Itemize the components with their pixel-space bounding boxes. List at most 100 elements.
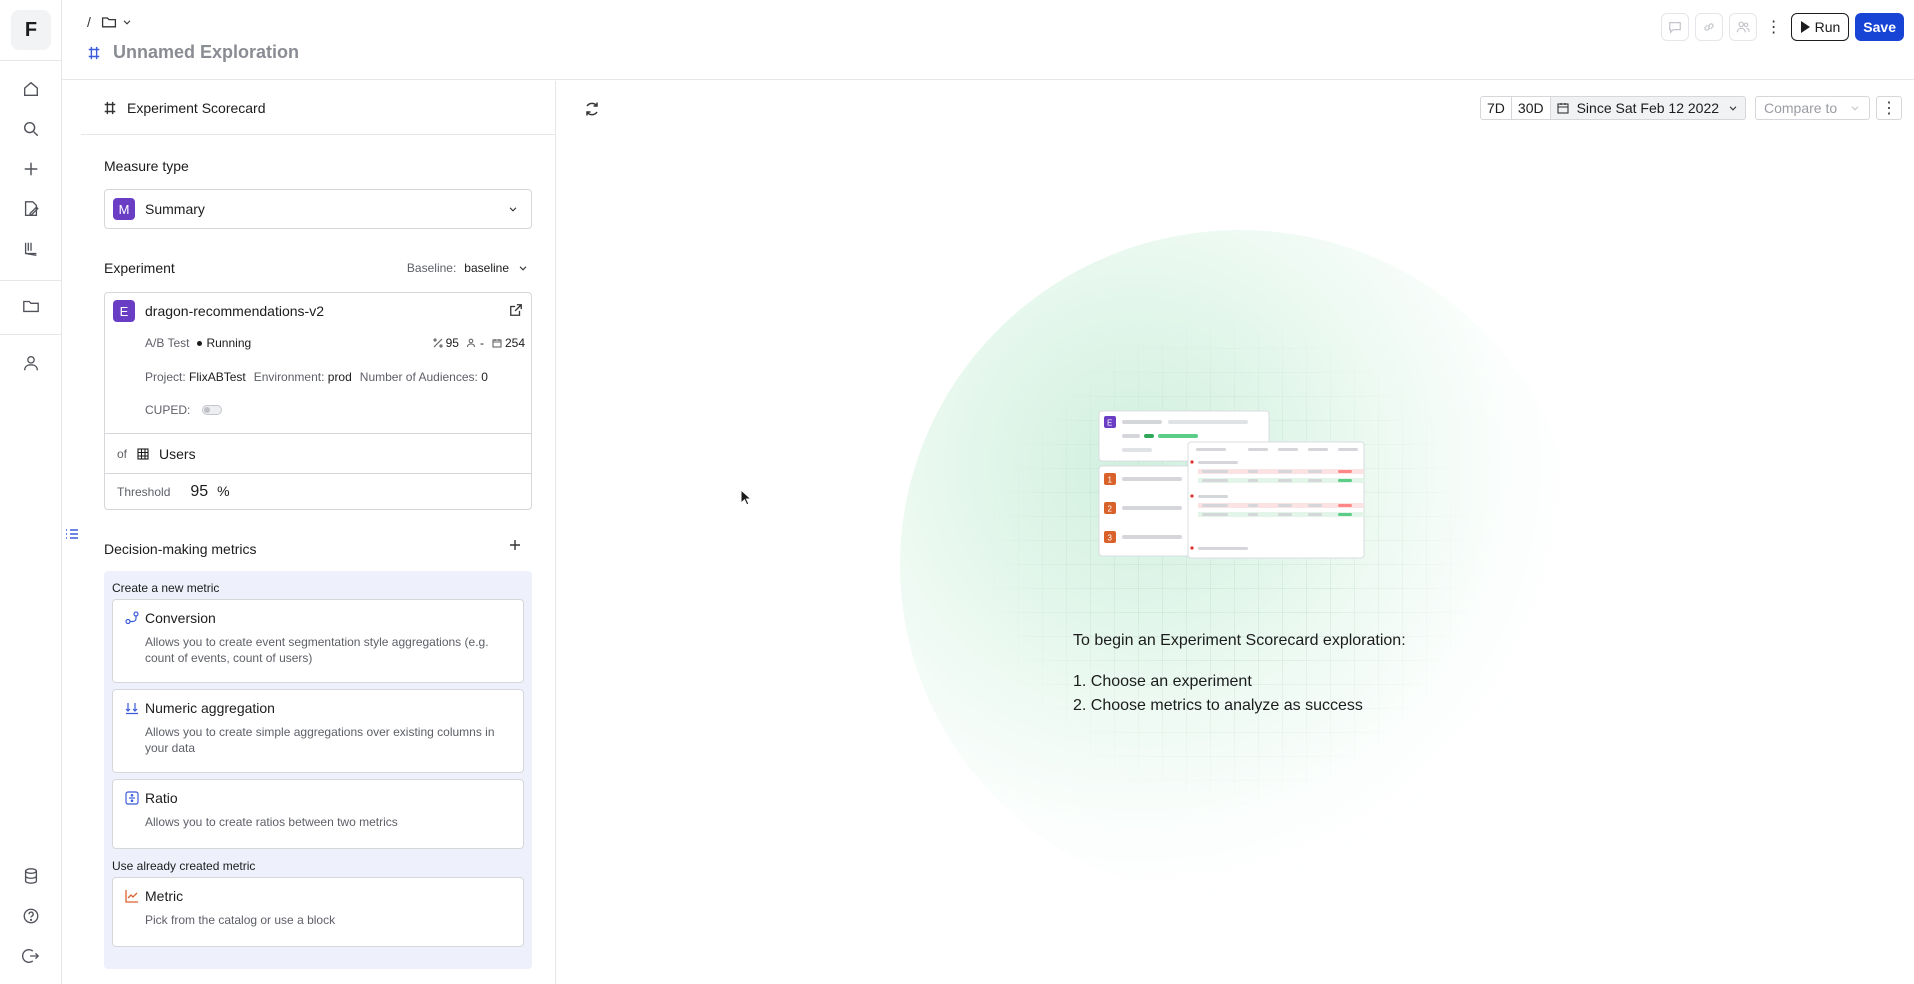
experiment-badge: E: [113, 300, 135, 322]
users-stat: -: [466, 336, 484, 350]
card-title-row: Ratio: [125, 790, 178, 806]
conversion-icon: [125, 611, 139, 625]
date-range-bar: 7D 30D Since Sat Feb 12 2022: [1480, 96, 1747, 120]
instruction-step-1: 1. Choose an experiment: [1073, 673, 1252, 690]
link-icon[interactable]: [1694, 13, 1723, 41]
panel-heading: Experiment Scorecard: [127, 99, 266, 116]
app-logo[interactable]: F: [11, 10, 51, 50]
of-label: of: [117, 446, 128, 461]
cuped-label: CUPED:: [145, 403, 191, 417]
users-icon: [466, 338, 476, 348]
measure-type-select[interactable]: M Summary: [104, 189, 532, 229]
range-7d-button[interactable]: 7D: [1480, 96, 1512, 120]
environment-label: Environment:: [253, 370, 325, 384]
ratio-icon: [125, 791, 139, 805]
list-toggle-icon[interactable]: [64, 526, 80, 542]
header-actions: ⋮ Run Save: [1660, 13, 1904, 41]
experiment-details: Project: FlixABTest Environment: prod Nu…: [145, 370, 488, 384]
run-button[interactable]: Run: [1790, 13, 1850, 41]
rail-divider: [0, 280, 62, 281]
left-rail: F: [0, 0, 62, 984]
folder-icon[interactable]: [20, 295, 42, 317]
panel-header: Experiment Scorecard: [81, 81, 555, 135]
logout-icon[interactable]: [20, 945, 42, 967]
calendar-icon: [492, 339, 502, 348]
main-more-options-icon[interactable]: ⋮: [1876, 96, 1902, 120]
card-description: Allows you to create simple aggregations…: [145, 725, 495, 755]
experiment-meta: A/B Test Running: [145, 336, 251, 350]
experiment-type: A/B Test: [145, 336, 190, 350]
metrics-heading: Decision-making metrics: [104, 541, 257, 557]
conversion-metric-card[interactable]: Conversion Allows you to create event se…: [112, 599, 524, 683]
config-panel: Experiment Scorecard Measure type M Summ…: [81, 81, 556, 984]
help-icon[interactable]: [20, 905, 42, 927]
external-link-icon[interactable]: [509, 303, 523, 317]
baseline-select[interactable]: Baseline: baseline: [407, 261, 529, 275]
app-root: F / Unnamed Exploration ⋮ Run Save Exper…: [0, 0, 1914, 984]
baseline-value: baseline: [464, 261, 509, 275]
range-30d-button[interactable]: 30D: [1511, 96, 1551, 120]
play-icon: [1800, 21, 1810, 33]
table-icon: [137, 447, 149, 460]
more-options-icon[interactable]: ⋮: [1763, 13, 1785, 41]
experiment-label: Experiment: [104, 260, 175, 276]
calendar-icon: [1557, 103, 1569, 114]
baseline-label: Baseline:: [406, 261, 457, 275]
compare-to-select[interactable]: Compare to: [1755, 96, 1871, 120]
experiment-name: dragon-recommendations-v2: [145, 303, 324, 319]
add-metric-icon[interactable]: [509, 539, 521, 551]
chevron-down-icon: [509, 207, 517, 212]
experiment-icon[interactable]: [20, 238, 42, 260]
svg-text:3: 3: [1108, 534, 1113, 543]
numeric-aggregation-card[interactable]: Numeric aggregation Allows you to create…: [112, 689, 524, 773]
project-label: Project:: [145, 370, 186, 384]
save-button[interactable]: Save: [1855, 13, 1904, 41]
page-title[interactable]: Unnamed Exploration: [113, 42, 299, 63]
top-header: / Unnamed Exploration ⋮ Run Save: [62, 0, 1914, 80]
card-title-row: Metric: [125, 888, 183, 904]
days-value: 254: [504, 336, 525, 350]
scorecard-icon: [104, 101, 116, 114]
threshold-input[interactable]: 95 %: [190, 483, 229, 501]
chevron-down-icon: [123, 20, 131, 25]
svg-text:2: 2: [1108, 505, 1113, 514]
date-range-value: Since Sat Feb 12 2022: [1576, 100, 1720, 116]
measure-type-value: Summary: [145, 201, 205, 217]
ratio-metric-card[interactable]: Ratio Allows you to create ratios betwee…: [112, 779, 524, 849]
experiment-stats: 95 - 254: [433, 336, 525, 350]
scorecard-illustration: E 1 2 3: [1098, 410, 1365, 559]
folder-icon[interactable]: [101, 14, 133, 30]
date-range-select[interactable]: Since Sat Feb 12 2022: [1550, 96, 1747, 120]
use-existing-label: Use already created metric: [112, 859, 256, 873]
existing-metric-card[interactable]: Metric Pick from the catalog or use a bl…: [112, 877, 524, 947]
aggregation-icon: [125, 703, 138, 715]
database-icon[interactable]: [20, 865, 42, 887]
plus-icon[interactable]: [20, 158, 42, 180]
scorecard-icon: [88, 46, 100, 59]
cuped-row: CUPED:: [145, 403, 223, 417]
audiences-value: 0: [481, 370, 488, 384]
chevron-down-icon: [1729, 106, 1737, 111]
entity-select[interactable]: of Users: [105, 433, 531, 473]
home-icon[interactable]: [20, 78, 42, 100]
threshold-value: 95: [190, 483, 209, 500]
edit-doc-icon[interactable]: [20, 198, 42, 220]
card-title: Metric: [145, 888, 184, 904]
comment-icon[interactable]: [1660, 13, 1689, 41]
confidence-value: 95: [445, 336, 459, 350]
user-icon[interactable]: [20, 352, 42, 374]
search-icon[interactable]: [20, 118, 42, 140]
card-title-row: Numeric aggregation: [125, 700, 275, 716]
metric-picker: Create a new metric Conversion Allows yo…: [104, 571, 532, 969]
breadcrumb: /: [87, 14, 133, 30]
experiment-name-row: E dragon-recommendations-v2: [113, 300, 324, 322]
entity-value: Users: [159, 445, 196, 462]
cuped-toggle[interactable]: [202, 405, 223, 415]
refresh-icon[interactable]: [583, 100, 601, 118]
experiment-card[interactable]: E dragon-recommendations-v2 A/B Test Run…: [104, 292, 532, 510]
rail-divider: [0, 60, 62, 61]
project-value: FlixABTest: [189, 370, 246, 384]
card-description: Allows you to create event segmentation …: [145, 635, 489, 665]
share-users-icon[interactable]: [1728, 13, 1757, 41]
chevron-down-icon: [519, 266, 527, 271]
